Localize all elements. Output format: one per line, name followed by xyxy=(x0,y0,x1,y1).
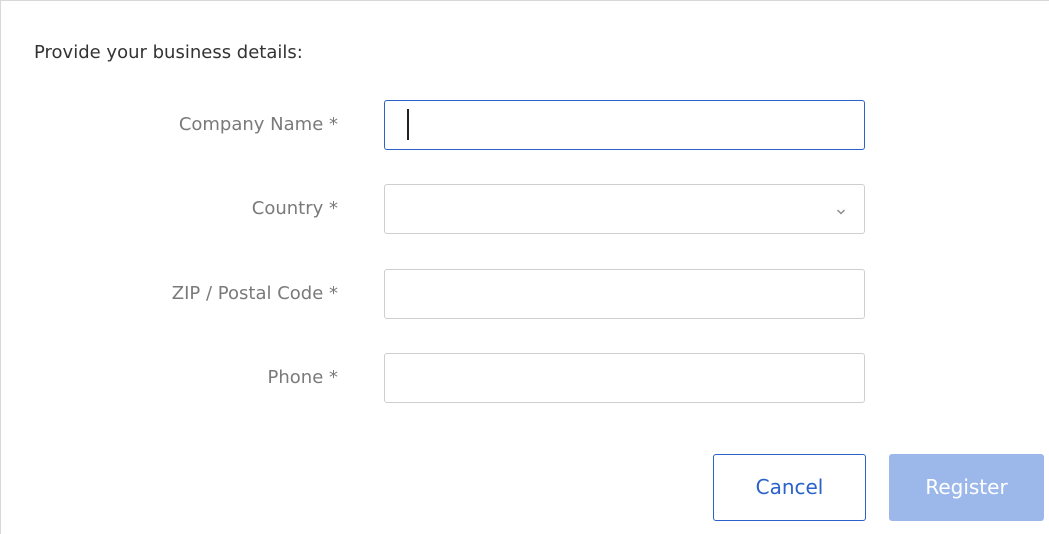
zip-code-row: ZIP / Postal Code * xyxy=(1,269,1049,319)
cancel-button[interactable]: Cancel xyxy=(713,454,866,521)
phone-label: Phone * xyxy=(267,367,338,388)
register-button[interactable]: Register xyxy=(889,454,1044,521)
company-name-input[interactable] xyxy=(384,100,865,150)
phone-row: Phone * xyxy=(1,353,1049,403)
company-name-label: Company Name * xyxy=(178,114,338,135)
zip-code-label: ZIP / Postal Code * xyxy=(171,283,338,304)
phone-input[interactable] xyxy=(384,353,865,403)
chevron-down-icon xyxy=(835,203,847,215)
company-name-row: Company Name * xyxy=(1,100,1049,150)
business-details-dialog: Provide your business details: Company N… xyxy=(0,0,1049,534)
zip-code-input[interactable] xyxy=(384,269,865,319)
text-caret xyxy=(407,109,409,140)
country-label: Country * xyxy=(251,198,338,219)
country-select[interactable] xyxy=(384,184,865,234)
form-heading: Provide your business details: xyxy=(34,42,303,63)
country-row: Country * xyxy=(1,184,1049,234)
